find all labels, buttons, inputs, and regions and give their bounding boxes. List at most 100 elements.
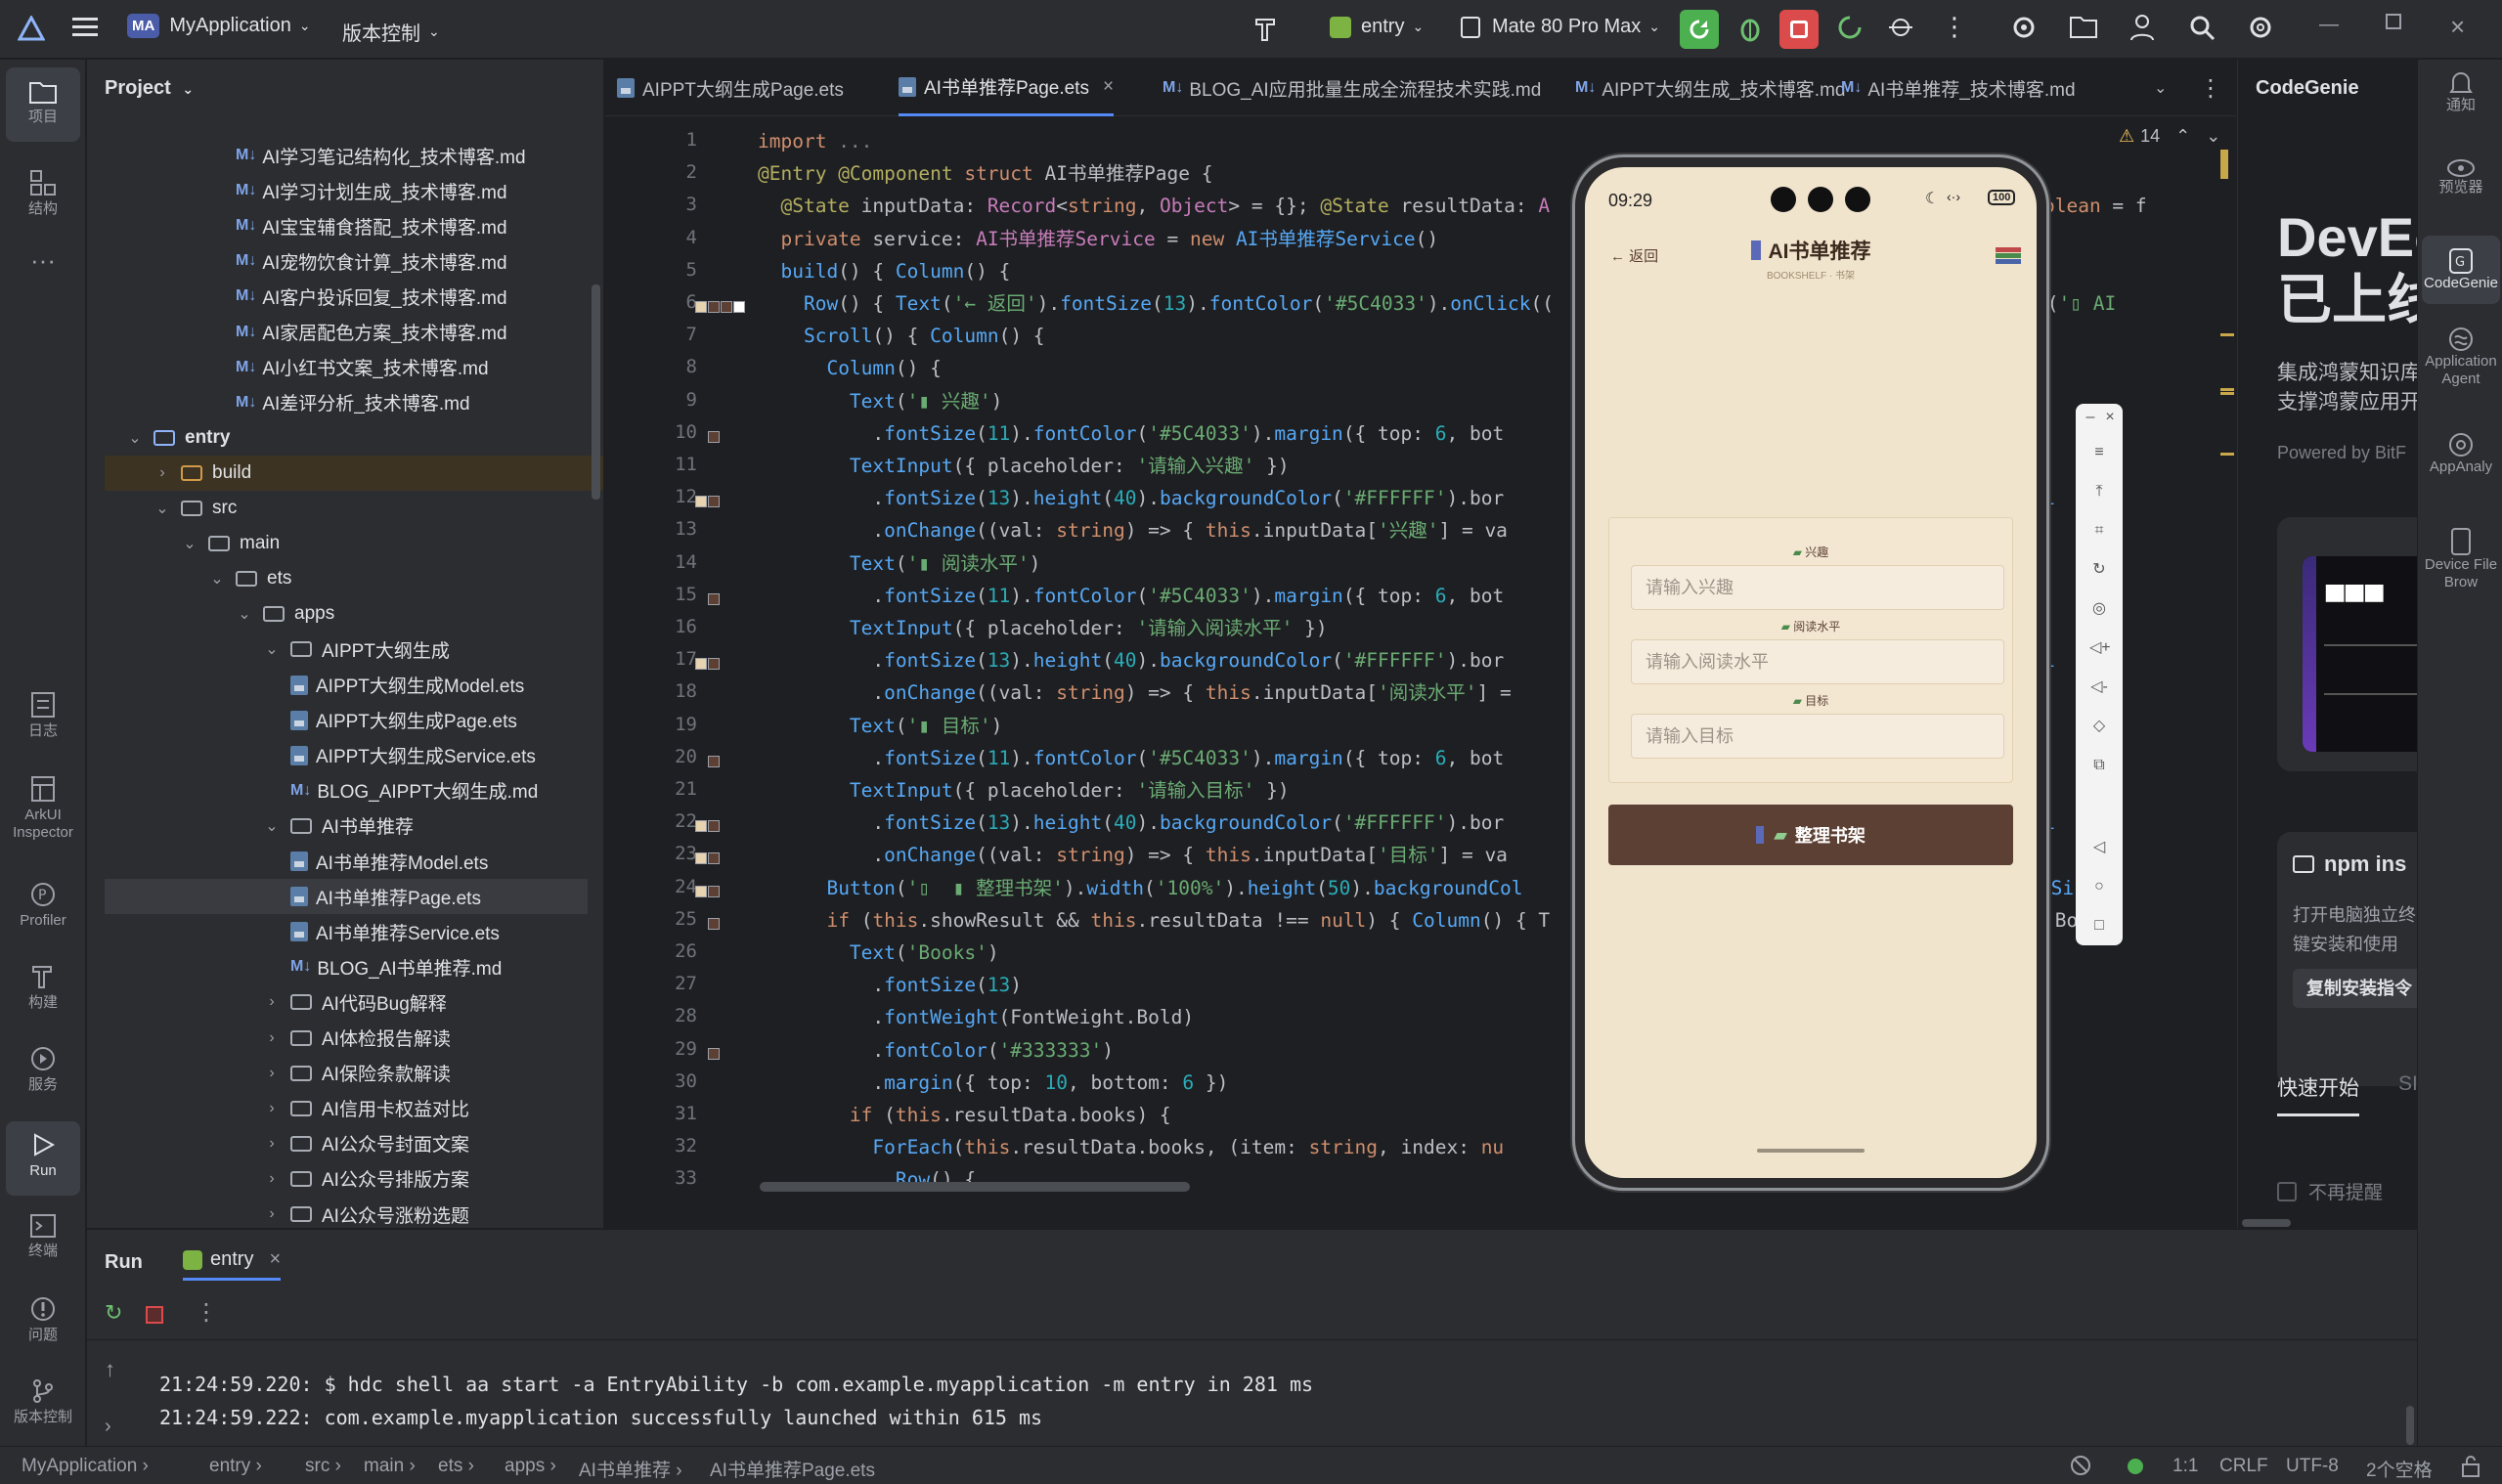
color-swatch[interactable]: [708, 1047, 720, 1060]
camera-icon[interactable]: ◎: [2089, 599, 2109, 619]
color-swatch[interactable]: [708, 820, 720, 833]
breadcrumb-item[interactable]: AI书单推荐Page.ets: [710, 1456, 875, 1482]
color-swatch[interactable]: [708, 301, 720, 313]
toolwindow-services[interactable]: 服务: [6, 1045, 80, 1094]
rerun-button[interactable]: [1680, 10, 1719, 49]
toolwindow-codegenie[interactable]: G CodeGenie: [2422, 236, 2500, 304]
toolwindow-profiler[interactable]: P Profiler: [6, 881, 80, 930]
run-tab-entry[interactable]: entry ×: [183, 1244, 282, 1281]
chevron-down-icon[interactable]: ⌄: [126, 428, 144, 448]
search-icon[interactable]: [2188, 14, 2216, 41]
line-separator[interactable]: CRLF: [2219, 1456, 2268, 1477]
organize-shelf-button[interactable]: ▰ 整理书架: [1608, 805, 2013, 865]
console-scrollbar[interactable]: [2406, 1406, 2414, 1445]
tree-item[interactable]: › AI代码Bug解释: [87, 984, 603, 1020]
tree-item[interactable]: › AI体检报告解读: [87, 1021, 603, 1056]
color-swatch[interactable]: [695, 301, 707, 313]
color-swatch[interactable]: [708, 885, 720, 897]
rerun-icon[interactable]: ↻: [105, 1300, 122, 1326]
no-read-only-icon[interactable]: [2069, 1454, 2092, 1483]
color-swatch[interactable]: [708, 496, 720, 508]
close-window-icon[interactable]: ×: [2450, 12, 2465, 42]
close-tab-icon[interactable]: ×: [269, 1248, 281, 1271]
toolwindow-application-agent[interactable]: Application Agent: [2422, 326, 2500, 388]
toolwindow-structure[interactable]: 结构: [6, 169, 80, 218]
editor-tab[interactable]: M↓ AIPPT大纲生成_技术博客.md: [1575, 60, 1845, 116]
nav-back-icon[interactable]: ◁: [2089, 838, 2109, 857]
tree-item[interactable]: M↓ BLOG_AI书单推荐.md: [87, 949, 603, 984]
toolwindow-log[interactable]: 日志: [6, 691, 80, 740]
tree-item[interactable]: ⌄ main: [87, 526, 603, 561]
chevron-right-icon[interactable]: ›: [154, 464, 171, 482]
more-actions-icon[interactable]: ⋮: [1942, 12, 1967, 42]
color-swatch[interactable]: [721, 301, 732, 313]
toolwindow-notifications[interactable]: 通知: [2422, 69, 2500, 114]
no-remind-row[interactable]: 不再提醒: [2277, 1178, 2383, 1204]
breadcrumb-item[interactable]: entry ›: [209, 1456, 262, 1477]
chevron-down-icon[interactable]: ⌄: [208, 569, 226, 589]
tree-item[interactable]: AIPPT大纲生成Service.ets: [87, 738, 603, 773]
tree-item[interactable]: M↓ AI差评分析_技术博客.md: [87, 385, 603, 420]
project-scrollbar[interactable]: [592, 284, 600, 500]
chevron-right-icon[interactable]: ›: [263, 1065, 281, 1082]
tree-item[interactable]: M↓ AI宝宝辅食搭配_技术博客.md: [87, 208, 603, 243]
tree-item[interactable]: › AI信用卡权益对比: [87, 1091, 603, 1126]
toolwindow-terminal[interactable]: 终端: [6, 1213, 80, 1260]
books-stack-icon[interactable]: [1996, 247, 2021, 265]
inspection-widget[interactable]: ⚠ 14 ⌃ ⌄: [2119, 126, 2220, 147]
debug-bug-icon[interactable]: [1736, 14, 1764, 43]
nav-recents-icon[interactable]: □: [2089, 916, 2109, 936]
color-swatch[interactable]: [695, 820, 707, 833]
toolwindow-project[interactable]: 项目: [6, 67, 80, 142]
editor-tab[interactable]: AI书单推荐Page.ets ×: [899, 60, 1115, 116]
attach-debugger-icon[interactable]: [1887, 14, 1914, 41]
reading-level-input[interactable]: 请输入阅读水平: [1631, 639, 2004, 684]
color-swatch[interactable]: [708, 658, 720, 671]
toolwindow-previewer[interactable]: 预览器: [2422, 157, 2500, 196]
tab-more-icon[interactable]: ⋮: [2199, 60, 2222, 116]
chevron-down-icon[interactable]: ⌄: [236, 604, 253, 624]
color-swatch[interactable]: [708, 852, 720, 865]
menu-icon[interactable]: ≡: [2089, 443, 2109, 462]
chevron-right-icon[interactable]: ›: [263, 1100, 281, 1117]
toolwindow-arkui-inspector[interactable]: ArkUI Inspector: [6, 775, 80, 842]
stop-icon[interactable]: [146, 1306, 163, 1324]
editor-horizontal-scrollbar[interactable]: [760, 1182, 1190, 1192]
tree-item[interactable]: ⌄ src: [87, 491, 603, 526]
more-icon[interactable]: ⋮: [195, 1298, 218, 1327]
indent-setting[interactable]: 2个空格: [2366, 1456, 2433, 1482]
tree-item[interactable]: M↓ AI学习计划生成_技术博客.md: [87, 173, 603, 208]
tree-item[interactable]: M↓ AI小红书文案_技术博客.md: [87, 350, 603, 385]
minimize-icon[interactable]: —: [2319, 14, 2339, 36]
build-hammer-icon[interactable]: [1251, 14, 1281, 43]
device-selector[interactable]: Mate 80 Pro Max ⌄: [1461, 16, 1660, 38]
tab-other[interactable]: SI: [2398, 1072, 2417, 1096]
tree-item[interactable]: ⌄ ets: [87, 561, 603, 596]
color-swatch[interactable]: [708, 917, 720, 930]
chevron-right-icon[interactable]: ›: [263, 1205, 281, 1223]
color-swatch[interactable]: [733, 301, 745, 313]
tree-item[interactable]: › build: [105, 455, 603, 491]
project-selector[interactable]: MA MyApplication ⌄: [127, 14, 311, 38]
expand-icon[interactable]: ›: [105, 1416, 111, 1438]
vcs-menu[interactable]: 版本控制 ⌄: [342, 18, 440, 46]
run-config-selector[interactable]: entry ⌄: [1330, 16, 1424, 38]
tree-item[interactable]: ⌄ AI书单推荐: [87, 808, 603, 844]
breadcrumb-item[interactable]: MyApplication ›: [22, 1456, 149, 1477]
breadcrumb-item[interactable]: apps ›: [505, 1456, 556, 1477]
project-panel-header[interactable]: Project ⌄: [105, 77, 194, 100]
settings-gear-icon[interactable]: [2010, 14, 2038, 41]
toolwindow-appanalyzer[interactable]: AppAnaly: [2422, 431, 2500, 476]
scroll-up-icon[interactable]: ↑: [105, 1357, 115, 1382]
tree-item[interactable]: AI书单推荐Model.ets: [87, 844, 603, 879]
color-swatch[interactable]: [695, 885, 707, 897]
cursor-position[interactable]: 1:1: [2173, 1456, 2198, 1477]
pin-top-icon[interactable]: ⤒: [2089, 482, 2109, 502]
toolwindow-vcs[interactable]: 版本控制: [6, 1377, 80, 1426]
chevron-right-icon[interactable]: ›: [263, 993, 281, 1011]
volume-up-icon[interactable]: ◁+: [2089, 638, 2111, 658]
color-swatch[interactable]: [695, 496, 707, 508]
tree-item[interactable]: AIPPT大纲生成Page.ets: [87, 703, 603, 738]
maximize-icon[interactable]: [2386, 14, 2401, 29]
apply-changes-icon[interactable]: [1836, 14, 1864, 41]
